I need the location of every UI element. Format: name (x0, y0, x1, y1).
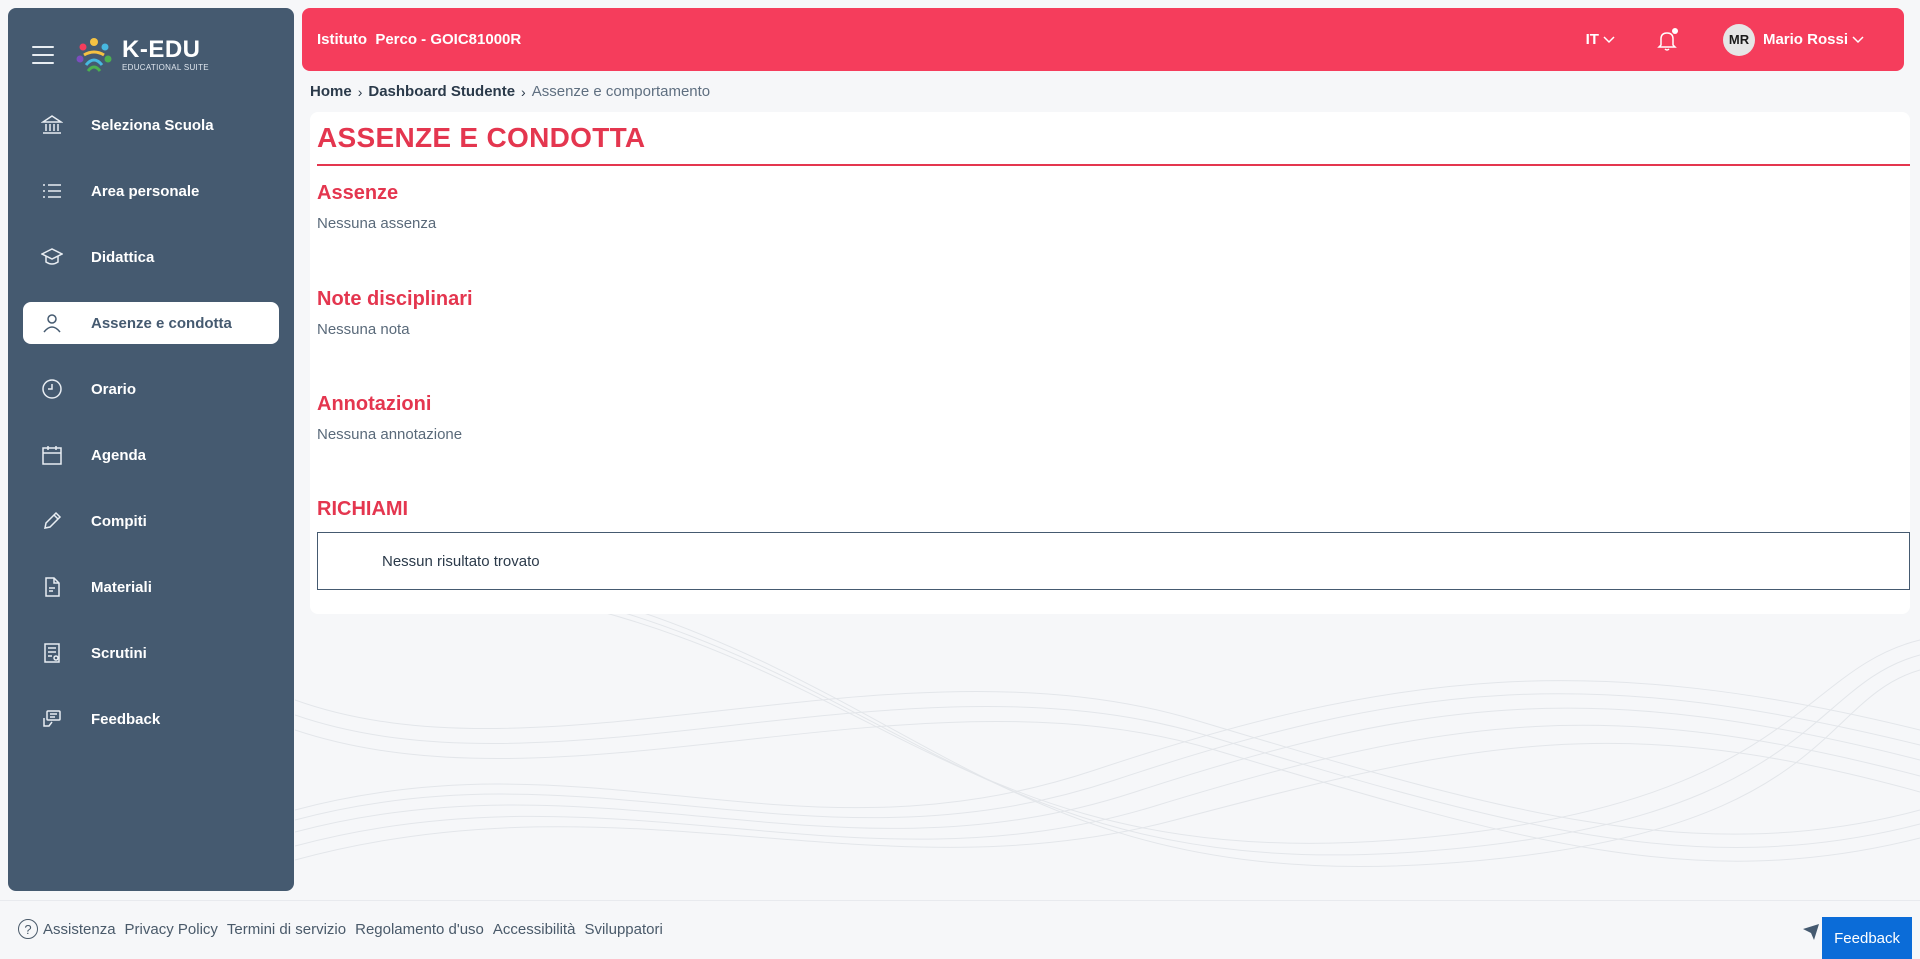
user-name: Mario Rossi (1762, 31, 1848, 48)
sidebar-item-label: Orario (91, 380, 137, 398)
language-selector[interactable]: IT (1586, 31, 1615, 48)
paper-plane-icon (1803, 924, 1819, 940)
brand: K-EDU EDUCATIONAL SUITE (32, 30, 209, 80)
clock-icon (41, 378, 63, 400)
pencil-icon (41, 510, 63, 532)
footer-link-sviluppatori[interactable]: Sviluppatori (584, 921, 662, 938)
calendar-icon (41, 444, 63, 466)
sidebar-item-materiali[interactable]: Materiali (23, 566, 279, 608)
feedback-icon (41, 708, 63, 730)
notifications-button[interactable] (1655, 27, 1679, 52)
logo[interactable]: K-EDU EDUCATIONAL SUITE (74, 35, 209, 75)
kedu-logo-icon (76, 38, 112, 72)
section-empty-text: Nessuna assenza (317, 215, 437, 232)
sidebar-item-label: Area personale (91, 182, 200, 200)
sidebar-item-compiti[interactable]: Compiti (23, 500, 279, 542)
bank-icon (41, 114, 63, 136)
sidebar-item-label: Didattica (91, 248, 155, 266)
section-heading: Annotazioni (317, 393, 432, 415)
sidebar-item-feedback[interactable]: Feedback (23, 698, 279, 740)
top-header: Istituto Perco - GOIC81000R IT MR Mario … (302, 8, 1904, 71)
section-richiami: RICHIAMI (317, 498, 408, 521)
sidebar-item-didattica[interactable]: Didattica (23, 236, 279, 278)
sidebar-item-label: Materiali (91, 578, 152, 596)
school-name: Istituto Perco - GOIC81000R (317, 31, 522, 48)
section-note-disciplinari: Note disciplinari Nessuna nota (317, 288, 473, 338)
graduation-cap-icon (41, 246, 63, 268)
section-empty-text: Nessuna annotazione (317, 426, 463, 443)
sidebar-item-label: Agenda (91, 446, 147, 464)
sidebar-item-label: Compiti (91, 512, 147, 530)
list-icon (41, 180, 63, 202)
avatar: MR (1722, 23, 1755, 56)
footer-link-accessibilita[interactable]: Accessibilità (493, 921, 576, 938)
content-card: ASSENZE E CONDOTTA Assenze Nessuna assen… (310, 112, 1910, 614)
background-waves (295, 610, 1920, 868)
notification-dot (1671, 27, 1678, 34)
user-icon (41, 312, 63, 334)
sidebar-item-agenda[interactable]: Agenda (23, 434, 279, 476)
footer: ? Assistenza Privacy Policy Termini di s… (0, 900, 1920, 959)
sidebar-item-seleziona-scuola[interactable]: Seleziona Scuola (23, 104, 279, 146)
logo-subtitle: EDUCATIONAL SUITE (122, 63, 209, 72)
richiami-table: Nessun risultato trovato (317, 532, 1910, 590)
section-heading: Note disciplinari (317, 288, 473, 310)
logo-title: K-EDU (122, 36, 201, 63)
breadcrumb-home[interactable]: Home (310, 83, 352, 100)
chevron-right-icon: › (357, 83, 363, 100)
sidebar-item-label: Scrutini (91, 644, 147, 662)
breadcrumb: Home › Dashboard Studente › Assenze e co… (310, 83, 710, 100)
chevron-down-icon (1852, 35, 1864, 43)
sidebar-item-label: Feedback (91, 710, 161, 728)
section-assenze: Assenze Nessuna assenza (317, 182, 436, 232)
empty-results-text: Nessun risultato trovato (382, 552, 540, 570)
report-icon (41, 642, 63, 664)
breadcrumb-dashboard[interactable]: Dashboard Studente (368, 83, 515, 100)
section-annotazioni: Annotazioni Nessuna annotazione (317, 393, 462, 443)
section-heading: RICHIAMI (317, 498, 409, 520)
section-empty-text: Nessuna nota (317, 321, 410, 338)
help-icon: ? (18, 919, 38, 939)
footer-link-regolamento[interactable]: Regolamento d'uso (355, 921, 484, 938)
footer-link-termini-di-servizio[interactable]: Termini di servizio (227, 921, 346, 938)
document-icon (41, 576, 63, 598)
sidebar-item-assenze-e-condotta[interactable]: Assenze e condotta (23, 302, 279, 344)
section-heading: Assenze (317, 182, 399, 204)
feedback-button[interactable]: Feedback (1822, 917, 1912, 959)
user-menu[interactable]: MR Mario Rossi (1722, 23, 1864, 56)
breadcrumb-current: Assenze e comportamento (531, 83, 711, 100)
language-label: IT (1585, 31, 1599, 48)
sidebar-item-label: Assenze e condotta (91, 314, 232, 332)
footer-link-assistenza[interactable]: Assistenza (43, 921, 116, 938)
page-title: ASSENZE E CONDOTTA (317, 122, 1910, 166)
sidebar-item-label: Seleziona Scuola (91, 116, 214, 134)
sidebar-item-scrutini[interactable]: Scrutini (23, 632, 279, 674)
sidebar: K-EDU EDUCATIONAL SUITE Seleziona Scuola… (8, 8, 294, 891)
sidebar-item-orario[interactable]: Orario (23, 368, 279, 410)
sidebar-item-area-personale[interactable]: Area personale (23, 170, 279, 212)
menu-toggle-button[interactable] (32, 46, 54, 64)
chevron-right-icon: › (521, 83, 526, 100)
footer-link-privacy-policy[interactable]: Privacy Policy (125, 921, 218, 938)
sidebar-nav: Seleziona Scuola Area personale Didattic… (23, 104, 279, 764)
chevron-down-icon (1603, 35, 1615, 43)
